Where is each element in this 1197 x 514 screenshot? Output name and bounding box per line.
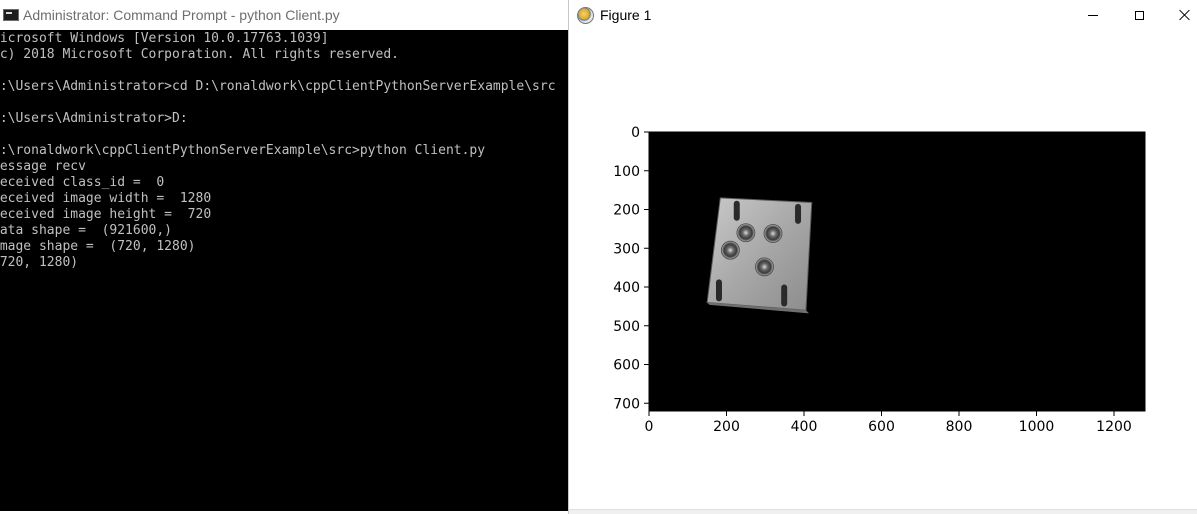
minimize-icon <box>1088 14 1098 16</box>
block-slot <box>781 284 788 307</box>
block-slot <box>795 203 802 224</box>
figure-toolbar-strip <box>569 509 1197 514</box>
y-tick-label: 600 <box>613 358 640 374</box>
console-line: image shape = (720, 1280) <box>0 239 196 254</box>
block-hole <box>763 224 783 243</box>
block-hole <box>755 257 774 277</box>
matplotlib-icon <box>577 6 594 24</box>
console-line: received image width = 1280 <box>0 191 212 206</box>
console-line: data shape = (921600,) <box>0 223 173 238</box>
figure-canvas[interactable]: 0 200 400 600 800 1000 1200 0 100 200 300 400 500 600… <box>569 30 1197 510</box>
y-tick-label: 700 <box>613 396 640 412</box>
block-hole <box>736 223 756 243</box>
command-prompt-icon <box>3 9 19 21</box>
console-line: C:\Users\Administrator>D: <box>0 111 188 126</box>
figure-title: Figure 1 <box>600 7 652 23</box>
command-prompt-window[interactable]: Administrator: Command Prompt - python C… <box>0 0 568 514</box>
y-tick-label: 100 <box>613 164 640 180</box>
y-tick-label: 500 <box>613 319 640 335</box>
console-line: message recv <box>0 159 86 174</box>
block-slot <box>715 279 722 302</box>
console-output[interactable]: Microsoft Windows [Version 10.0.17763.10… <box>0 31 568 514</box>
console-line: received image height = 720 <box>0 207 212 222</box>
close-button[interactable] <box>1162 0 1197 30</box>
x-tick-label: 800 <box>946 419 973 435</box>
console-line: received class_id = 0 <box>0 175 165 190</box>
block-hole <box>720 240 740 260</box>
figure-window[interactable]: Figure 1 0 200 400 600 800 1000 1200 0 100 200 300… <box>568 0 1197 514</box>
console-line: (c) 2018 Microsoft Corporation. All righ… <box>0 47 399 62</box>
x-tick-label: 600 <box>868 419 895 435</box>
x-tick-label: 200 <box>713 419 740 435</box>
x-tick-label: 0 <box>645 419 654 435</box>
console-line: (720, 1280) <box>0 255 79 270</box>
block-slot <box>733 200 740 221</box>
maximize-button[interactable] <box>1116 0 1162 30</box>
console-line: C:\Users\Administrator>cd D:\ronaldwork\… <box>0 79 556 94</box>
maximize-icon <box>1134 10 1144 20</box>
y-tick-label: 0 <box>631 125 640 141</box>
minimize-button[interactable] <box>1070 0 1116 30</box>
x-tick-label: 1000 <box>1019 419 1055 435</box>
x-tick-label: 1200 <box>1096 419 1132 435</box>
y-tick-label: 300 <box>613 241 640 257</box>
y-tick-label: 400 <box>613 280 640 296</box>
y-tick-label: 200 <box>613 203 640 219</box>
close-icon <box>1179 9 1191 21</box>
x-tick-label: 400 <box>791 419 818 435</box>
console-line: Microsoft Windows [Version 10.0.17763.10… <box>0 31 329 46</box>
console-line: D:\ronaldwork\cppClientPythonServerExamp… <box>0 143 486 158</box>
plot-area: 0 200 400 600 800 1000 1200 0 100 200 300 400 500 600… <box>613 125 1146 435</box>
window-title: Administrator: Command Prompt - python C… <box>23 7 340 23</box>
command-prompt-title-bar[interactable]: Administrator: Command Prompt - python C… <box>0 0 568 30</box>
